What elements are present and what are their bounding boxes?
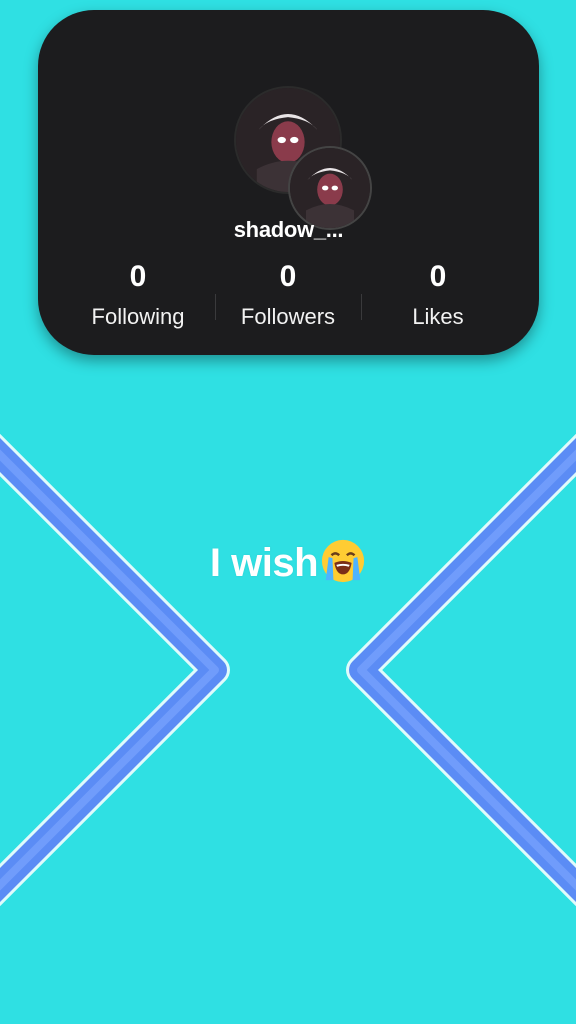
likes-count: 0 bbox=[429, 260, 447, 293]
followers-label: Followers bbox=[240, 304, 336, 329]
stat-following[interactable]: 0 Following bbox=[63, 262, 213, 330]
stat-likes[interactable]: 0 Likes bbox=[363, 262, 513, 330]
profile-stats: 0 Following 0 Followers 0 Likes bbox=[38, 262, 539, 332]
screen: shadow_... 0 Following 0 Followers 0 Lik… bbox=[0, 0, 576, 1024]
profile-card[interactable]: shadow_... 0 Following 0 Followers 0 Lik… bbox=[38, 10, 539, 355]
stat-followers[interactable]: 0 Followers bbox=[213, 262, 363, 330]
caption-text: I wish bbox=[209, 541, 319, 585]
username[interactable]: shadow_... bbox=[38, 217, 539, 243]
divider bbox=[361, 294, 362, 320]
caption: I wish bbox=[0, 538, 576, 586]
chevron-decoration bbox=[0, 433, 576, 907]
following-label: Following bbox=[91, 304, 185, 329]
following-count: 0 bbox=[129, 260, 147, 293]
avatar-image-icon bbox=[290, 148, 370, 228]
likes-label: Likes bbox=[412, 304, 464, 329]
loudly-crying-face-icon bbox=[320, 538, 366, 584]
followers-count: 0 bbox=[279, 260, 297, 293]
